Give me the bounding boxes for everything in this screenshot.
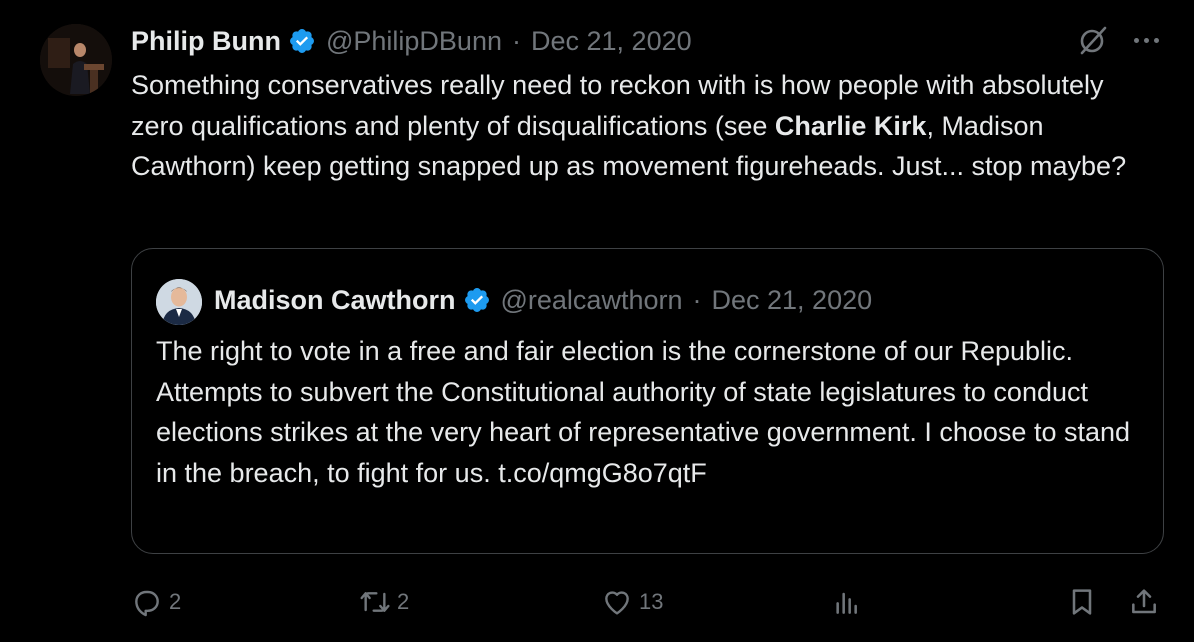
reply-count: 2 <box>169 589 182 614</box>
bookmark-icon <box>1072 589 1092 615</box>
quoted-tweet[interactable]: Madison Cawthorn @realcawthorn · Dec 21,… <box>131 248 1164 554</box>
retweet-button[interactable]: 2 <box>359 580 409 624</box>
reply-icon <box>135 590 159 617</box>
separator-dot: · <box>512 25 521 56</box>
verified-badge-icon <box>463 286 491 314</box>
views-icon <box>836 592 857 614</box>
quoted-author-handle[interactable]: @realcawthorn <box>501 285 683 316</box>
action-bar: 2 2 13 <box>131 580 1171 624</box>
quoted-tweet-text: The right to vote in a free and fair ele… <box>156 336 1131 488</box>
share-button[interactable] <box>1128 580 1166 624</box>
retweet-count: 2 <box>397 589 410 614</box>
tweet-text: Something conservatives really need to r… <box>131 65 1151 187</box>
tweet-header: Philip Bunn @PhilipDBunn · Dec 21, 2020 <box>131 22 692 60</box>
quoted-tweet-date[interactable]: Dec 21, 2020 <box>712 285 873 316</box>
tweet[interactable]: Philip Bunn @PhilipDBunn · Dec 21, 2020 … <box>0 0 1194 642</box>
quoted-author-name[interactable]: Madison Cawthorn <box>214 285 456 316</box>
author-handle[interactable]: @PhilipDBunn <box>326 26 502 57</box>
tweet-text-mention: Charlie Kirk <box>774 110 927 141</box>
like-count: 13 <box>639 589 664 614</box>
reply-button[interactable]: 2 <box>131 580 181 624</box>
grok-icon[interactable] <box>1077 24 1109 56</box>
quoted-author-avatar[interactable] <box>156 279 202 325</box>
more-icon[interactable] <box>1128 26 1164 54</box>
author-name[interactable]: Philip Bunn <box>131 26 281 57</box>
tweet-date[interactable]: Dec 21, 2020 <box>531 26 692 57</box>
retweet-icon <box>360 592 390 612</box>
share-icon <box>1132 589 1156 614</box>
heart-icon <box>605 591 629 615</box>
bookmark-button[interactable] <box>1066 580 1104 624</box>
views-button[interactable] <box>831 580 869 624</box>
verified-badge-icon <box>288 27 316 55</box>
quoted-tweet-header: Madison Cawthorn @realcawthorn · Dec 21,… <box>214 280 872 320</box>
like-button[interactable]: 13 <box>601 580 663 624</box>
separator-dot: · <box>692 284 702 315</box>
author-avatar[interactable] <box>40 24 112 96</box>
